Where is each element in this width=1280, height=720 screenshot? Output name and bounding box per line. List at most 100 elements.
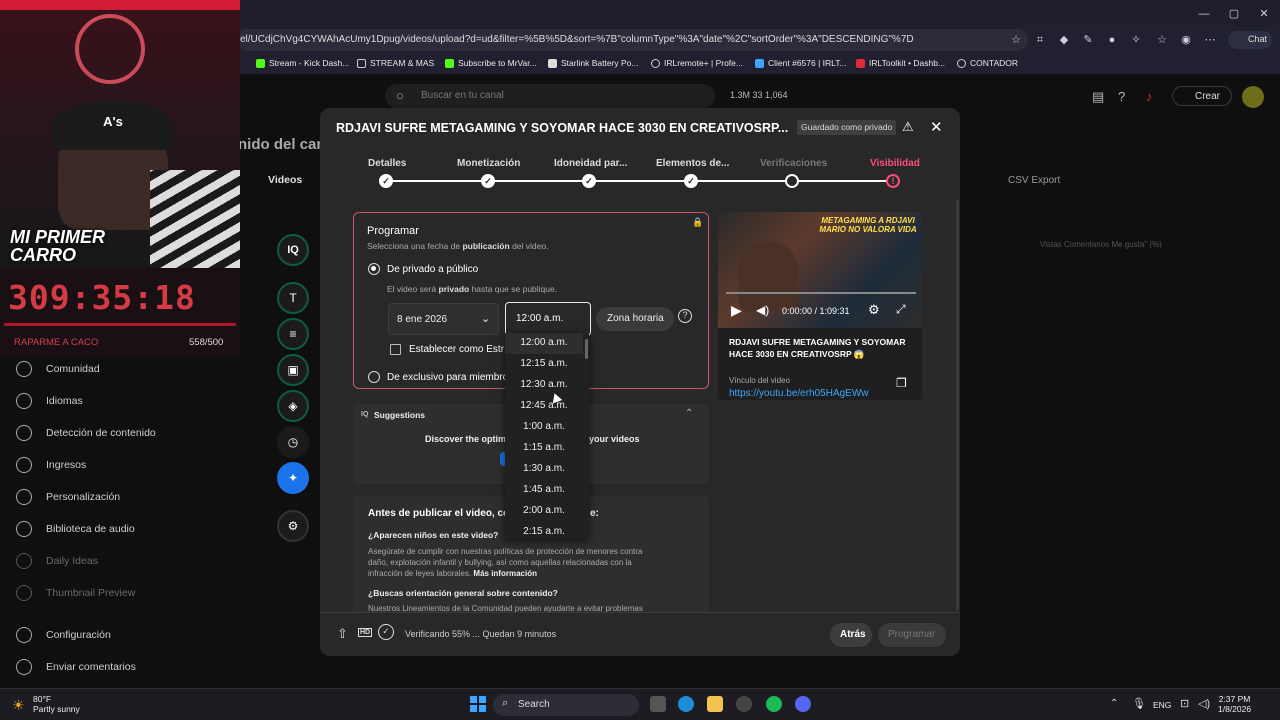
bookmark[interactable]: Stream - Kick Dash... (256, 58, 349, 68)
sidebar-item-enviar-comentarios[interactable]: Enviar comentarios (16, 658, 136, 676)
notifications-icon[interactable]: ♪ (1146, 89, 1153, 104)
taskbar-search[interactable]: Search (493, 694, 639, 716)
option-private-to-public[interactable]: De privado a público (387, 264, 478, 275)
bookmark[interactable]: IRLToolkit • Dashb... (856, 58, 945, 68)
premiere-checkbox[interactable] (390, 344, 401, 355)
sidebar-item-audio[interactable]: Biblioteca de audio (16, 520, 135, 538)
tool-time-button[interactable]: ◷ (277, 426, 309, 458)
discord-icon[interactable] (795, 696, 811, 712)
sidebar-item-comunidad[interactable]: Comunidad (16, 360, 100, 378)
step-detalles[interactable]: Detalles (368, 158, 406, 169)
bookmark[interactable]: Client #6576 | IRLT... (755, 58, 847, 68)
bookmark[interactable]: Starlink Battery Po... (548, 58, 638, 68)
more-icon[interactable]: ⋯ (1204, 34, 1216, 46)
option-members[interactable]: De exclusivo para miembro (387, 372, 508, 383)
extension-icon[interactable]: ⌗ (1034, 34, 1046, 46)
bookmark[interactable]: Subscribe to MrVar... (445, 58, 537, 68)
step-idoneidad[interactable]: Idoneidad par... (554, 158, 627, 169)
sidebar-item-ingresos[interactable]: Ingresos (16, 456, 86, 474)
step-monetizacion[interactable]: Monetización (457, 158, 520, 169)
speaker-icon[interactable]: ◁) (1198, 697, 1210, 710)
more-info-link[interactable]: Más información (473, 569, 537, 578)
fullscreen-icon[interactable]: ⤢ (896, 302, 906, 317)
tool-description-button[interactable]: ≡ (277, 318, 309, 350)
tab-videos[interactable]: Videos (268, 174, 302, 186)
seek-bar[interactable] (726, 292, 916, 294)
feedback-icon[interactable]: ▤ (1092, 89, 1104, 105)
date-picker[interactable]: 8 ene 2026 ⌄ (388, 303, 499, 335)
bookmark[interactable]: IRLremote+ | Profe... (651, 58, 743, 68)
file-explorer-icon[interactable] (707, 696, 723, 712)
windows-start-icon[interactable] (470, 696, 486, 712)
timezone-button[interactable]: Zona horaria (596, 307, 674, 331)
close-window-icon[interactable]: ✕ (1258, 8, 1270, 20)
spotify-icon[interactable] (766, 696, 782, 712)
time-option[interactable]: 1:15 a.m. (505, 438, 583, 459)
premiere-label[interactable]: Establecer como Estr (409, 344, 504, 355)
profile-icon[interactable]: ◉ (1180, 34, 1192, 46)
microphone-icon[interactable]: 🎙 (1132, 697, 1146, 710)
extension-icon[interactable]: ◆ (1058, 34, 1070, 46)
volume-icon[interactable]: ◀) (756, 303, 769, 317)
app-icon[interactable] (736, 696, 752, 712)
time-option[interactable]: 12:00 a.m. (505, 333, 583, 354)
sidebar-item-idiomas[interactable]: Idiomas (16, 392, 83, 410)
weather-widget[interactable]: 80°F Partly sunny (33, 694, 80, 714)
help-icon[interactable]: ? (1118, 89, 1125, 104)
settings-icon[interactable]: ⚙ (868, 302, 880, 318)
help-icon[interactable]: ? (678, 309, 692, 323)
step-visibilidad[interactable]: Visibilidad (870, 158, 920, 169)
schedule-button[interactable]: Programar (878, 623, 946, 647)
weather-icon[interactable]: ☀ (12, 697, 25, 714)
video-link[interactable]: https://youtu.be/erh05HAgEWw (729, 388, 869, 399)
minimize-icon[interactable]: — (1198, 8, 1210, 20)
csv-export-button[interactable]: CSV Export (1008, 175, 1060, 186)
time-option[interactable]: 12:30 a.m. (505, 375, 583, 396)
tool-ai-button[interactable]: ✦ (277, 462, 309, 494)
time-option[interactable]: 2:15 a.m. (505, 522, 583, 539)
time-dropdown[interactable]: 12:00 a.m. 12:15 a.m. 12:30 a.m. 12:45 a… (505, 333, 589, 539)
extension-icon[interactable]: ● (1106, 34, 1118, 46)
time-input[interactable]: 12:00 a.m. (505, 302, 591, 336)
tool-iq-button[interactable]: IQ (277, 234, 309, 266)
address-bar[interactable]: el/UCdjChVg4CYWAhAcUmy1Dpug/videos/uploa… (236, 29, 1028, 51)
video-player[interactable]: METAGAMING A RDJAVI MARIO NO VALORA VIDA… (718, 212, 922, 328)
time-option[interactable]: 12:15 a.m. (505, 354, 583, 375)
step-verificaciones[interactable]: Verificaciones (760, 158, 827, 169)
task-view-icon[interactable] (650, 696, 666, 712)
tool-title-button[interactable]: T (277, 282, 309, 314)
tool-tags-button[interactable]: ◈ (277, 390, 309, 422)
sidebar-item-thumbnail-preview[interactable]: Thumbnail Preview (16, 584, 135, 602)
time-option[interactable]: 12:45 a.m. (505, 396, 583, 417)
time-option[interactable]: 1:00 a.m. (505, 417, 583, 438)
bookmark[interactable]: STREAM & MAS (357, 58, 434, 68)
channel-search-input[interactable]: Buscar en tu canal (385, 84, 715, 108)
tool-settings-button[interactable]: ⚙ (277, 510, 309, 542)
dropdown-scrollbar[interactable] (585, 339, 588, 359)
chevron-up-icon[interactable]: ⌃ (1110, 698, 1118, 709)
time-option[interactable]: 1:45 a.m. (505, 480, 583, 501)
scrollbar[interactable] (956, 200, 959, 610)
sidebar-item-personalizacion[interactable]: Personalización (16, 488, 120, 506)
copy-icon[interactable]: ❐ (896, 376, 907, 390)
play-icon[interactable]: ▶ (731, 302, 742, 319)
time-option[interactable]: 1:30 a.m. (505, 459, 583, 480)
language-indicator[interactable]: ENG (1153, 700, 1171, 710)
step-elementos[interactable]: Elementos de... (656, 158, 729, 169)
sidebar-item-daily-ideas[interactable]: Daily Ideas (16, 552, 98, 570)
radio-private-to-public[interactable] (368, 263, 380, 275)
favorites-icon[interactable]: ☆ (1156, 34, 1168, 46)
create-button[interactable]: Crear (1172, 86, 1232, 106)
copilot-chat-button[interactable]: Chat (1228, 31, 1272, 49)
clock[interactable]: 2:37 PM 1/8/2026 (1218, 694, 1251, 714)
extension-icon[interactable]: ✎ (1082, 34, 1094, 46)
puzzle-icon[interactable]: ✧ (1130, 34, 1142, 46)
radio-members[interactable] (368, 371, 380, 383)
network-icon[interactable]: ⊡ (1180, 697, 1189, 710)
back-button[interactable]: Atrás (830, 623, 872, 647)
time-option[interactable]: 2:00 a.m. (505, 501, 583, 522)
sidebar-item-configuracion[interactable]: Configuración (16, 626, 111, 644)
chevron-up-icon[interactable]: ⌃ (685, 408, 693, 419)
close-icon[interactable]: ✕ (930, 118, 943, 136)
edge-icon[interactable] (678, 696, 694, 712)
